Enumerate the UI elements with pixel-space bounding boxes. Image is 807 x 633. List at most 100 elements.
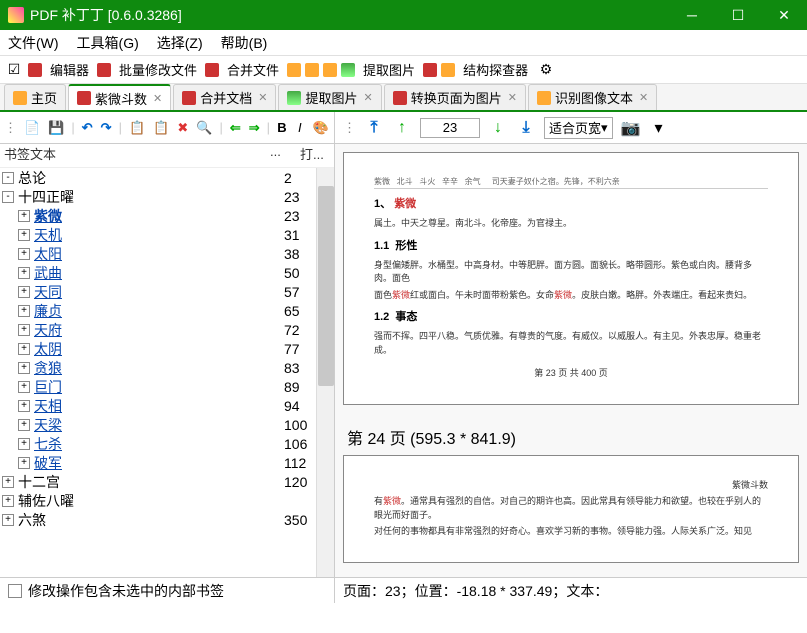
tab-ocr[interactable]: 识别图像文本✕ bbox=[528, 84, 657, 110]
close-button[interactable]: ✕ bbox=[761, 0, 807, 30]
toggle-icon[interactable]: - bbox=[2, 172, 14, 184]
bookmark-row[interactable]: +贪狼83 bbox=[0, 358, 334, 377]
tool-icon[interactable] bbox=[441, 63, 455, 77]
bookmark-tree[interactable]: -总论2-十四正曜23+紫微23+天机31+太阳38+武曲50+天同57+廉贞6… bbox=[0, 168, 334, 577]
tab-convert[interactable]: 转换页面为图片✕ bbox=[384, 84, 526, 110]
tool-icon[interactable] bbox=[323, 63, 337, 77]
include-unchecked-checkbox[interactable] bbox=[8, 584, 22, 598]
bookmark-row[interactable]: +破军112 bbox=[0, 453, 334, 472]
bold-icon[interactable]: B bbox=[276, 117, 288, 139]
bookmark-row[interactable]: +天相94 bbox=[0, 396, 334, 415]
scrollbar[interactable] bbox=[316, 168, 334, 577]
menu-file[interactable]: 文件(W) bbox=[8, 33, 59, 53]
bookmark-row[interactable]: +天梁100 bbox=[0, 415, 334, 434]
col-misc[interactable]: ... bbox=[270, 144, 300, 167]
inspector-button[interactable]: 结构探查器 bbox=[459, 60, 532, 79]
bookmark-row[interactable]: -总论2 bbox=[0, 168, 334, 187]
bookmark-row[interactable]: +太阳38 bbox=[0, 244, 334, 263]
toggle-icon[interactable]: + bbox=[18, 286, 30, 298]
bookmark-row[interactable]: +紫微23 bbox=[0, 206, 334, 225]
bookmark-row[interactable]: +六煞350 bbox=[0, 510, 334, 529]
bookmark-row[interactable]: +廉贞65 bbox=[0, 301, 334, 320]
color-icon[interactable]: 🎨 bbox=[312, 117, 330, 139]
minimize-button[interactable]: ─ bbox=[669, 0, 715, 30]
paste-icon[interactable]: 📋 bbox=[152, 117, 170, 139]
scrollbar-thumb[interactable] bbox=[318, 186, 334, 386]
new-icon[interactable]: 📄 bbox=[23, 117, 41, 139]
page-24: 紫微斗数 有紫微。通常具有强烈的自信。对自己的期许也高。因此常具有领导能力和欲望… bbox=[343, 455, 799, 563]
tab-close-icon[interactable]: ✕ bbox=[508, 91, 517, 104]
toggle-icon[interactable]: + bbox=[18, 248, 30, 260]
outdent-icon[interactable]: ⇐ bbox=[229, 117, 242, 139]
misc-icon[interactable]: ⚙ bbox=[536, 60, 556, 80]
maximize-button[interactable]: ☐ bbox=[715, 0, 761, 30]
zoom-select[interactable]: 适合页宽 ▾ bbox=[544, 117, 613, 139]
toggle-icon[interactable]: + bbox=[18, 457, 30, 469]
next-page-icon[interactable]: ↓ bbox=[488, 118, 508, 138]
toggle-icon[interactable]: + bbox=[18, 210, 30, 222]
undo-icon[interactable]: ↶ bbox=[81, 117, 94, 139]
redo-icon[interactable]: ↷ bbox=[100, 117, 113, 139]
bookmark-row[interactable]: +辅佐八曜 bbox=[0, 491, 334, 510]
toggle-icon[interactable]: + bbox=[18, 381, 30, 393]
first-page-icon[interactable]: ⤒ bbox=[364, 118, 384, 138]
preview-area[interactable]: 紫微 北斗 斗火 辛辛 余气 司天妻子奴仆之宿。先锋，不利六亲 1、 紫微 属土… bbox=[335, 144, 807, 577]
search-icon[interactable]: 🔍 bbox=[195, 117, 213, 139]
toggle-icon[interactable]: + bbox=[18, 438, 30, 450]
toggle-icon[interactable]: + bbox=[2, 514, 14, 526]
tab-home[interactable]: 主页 bbox=[4, 84, 66, 110]
delete-icon[interactable]: ✖ bbox=[176, 117, 189, 139]
toggle-icon[interactable]: + bbox=[18, 343, 30, 355]
tab-merge[interactable]: 合并文档✕ bbox=[173, 84, 276, 110]
bookmark-row[interactable]: +巨门89 bbox=[0, 377, 334, 396]
toggle-icon[interactable]: - bbox=[2, 191, 14, 203]
save-icon[interactable]: 💾 bbox=[47, 117, 65, 139]
preview-toolbar: ⋮ ⤒ ↑ ↓ ⤓ 适合页宽 ▾ 📷 ▾ bbox=[335, 112, 807, 144]
prev-page-icon[interactable]: ↑ bbox=[392, 118, 412, 138]
toggle-icon[interactable]: + bbox=[18, 267, 30, 279]
toggle-icon[interactable]: + bbox=[18, 362, 30, 374]
bookmark-row[interactable]: +天同57 bbox=[0, 282, 334, 301]
toggle-icon[interactable]: + bbox=[2, 495, 14, 507]
col-open[interactable]: 打... bbox=[300, 144, 330, 167]
bookmark-row[interactable]: +十二宫120 bbox=[0, 472, 334, 491]
ocr-icon[interactable]: 📷 bbox=[621, 118, 641, 138]
tab-ziwei[interactable]: 紫微斗数✕ bbox=[68, 84, 171, 110]
copy-icon[interactable]: 📋 bbox=[128, 117, 146, 139]
toggle-icon[interactable]: + bbox=[2, 476, 14, 488]
bookmark-row[interactable]: +七杀106 bbox=[0, 434, 334, 453]
extract-button[interactable]: 提取图片 bbox=[359, 60, 419, 79]
image-icon bbox=[341, 63, 355, 77]
tab-close-icon[interactable]: ✕ bbox=[639, 91, 648, 104]
last-page-icon[interactable]: ⤓ bbox=[516, 118, 536, 138]
toggle-icon[interactable]: + bbox=[18, 229, 30, 241]
bookmark-row[interactable]: +太阴77 bbox=[0, 339, 334, 358]
toggle-icon[interactable]: + bbox=[18, 419, 30, 431]
menu-toolbox[interactable]: 工具箱(G) bbox=[77, 33, 139, 53]
bookmark-row[interactable]: +天府72 bbox=[0, 320, 334, 339]
checkbox-icon[interactable]: ☑ bbox=[4, 60, 24, 80]
toggle-icon[interactable]: + bbox=[18, 305, 30, 317]
italic-icon[interactable]: I bbox=[294, 117, 306, 139]
tool-icon[interactable] bbox=[305, 63, 319, 77]
bookmark-row[interactable]: +天机31 bbox=[0, 225, 334, 244]
indent-icon[interactable]: ⇒ bbox=[248, 117, 261, 139]
merge-button[interactable]: 合并文件 bbox=[223, 60, 283, 79]
tab-extract[interactable]: 提取图片✕ bbox=[278, 84, 381, 110]
pdf-icon[interactable] bbox=[423, 63, 437, 77]
page-number-input[interactable] bbox=[420, 118, 480, 138]
tab-close-icon[interactable]: ✕ bbox=[364, 91, 373, 104]
tab-close-icon[interactable]: ✕ bbox=[153, 92, 162, 105]
tab-close-icon[interactable]: ✕ bbox=[258, 91, 267, 104]
bookmark-row[interactable]: -十四正曜23 bbox=[0, 187, 334, 206]
menu-select[interactable]: 选择(Z) bbox=[157, 33, 203, 53]
menu-help[interactable]: 帮助(B) bbox=[221, 33, 268, 53]
batch-button[interactable]: 批量修改文件 bbox=[115, 60, 201, 79]
toggle-icon[interactable]: + bbox=[18, 324, 30, 336]
misc-icon[interactable]: ▾ bbox=[649, 118, 669, 138]
editor-button[interactable]: 编辑器 bbox=[46, 60, 93, 79]
col-bookmark[interactable]: 书签文本 bbox=[4, 144, 270, 167]
toggle-icon[interactable]: + bbox=[18, 400, 30, 412]
bookmark-row[interactable]: +武曲50 bbox=[0, 263, 334, 282]
tool-icon[interactable] bbox=[287, 63, 301, 77]
